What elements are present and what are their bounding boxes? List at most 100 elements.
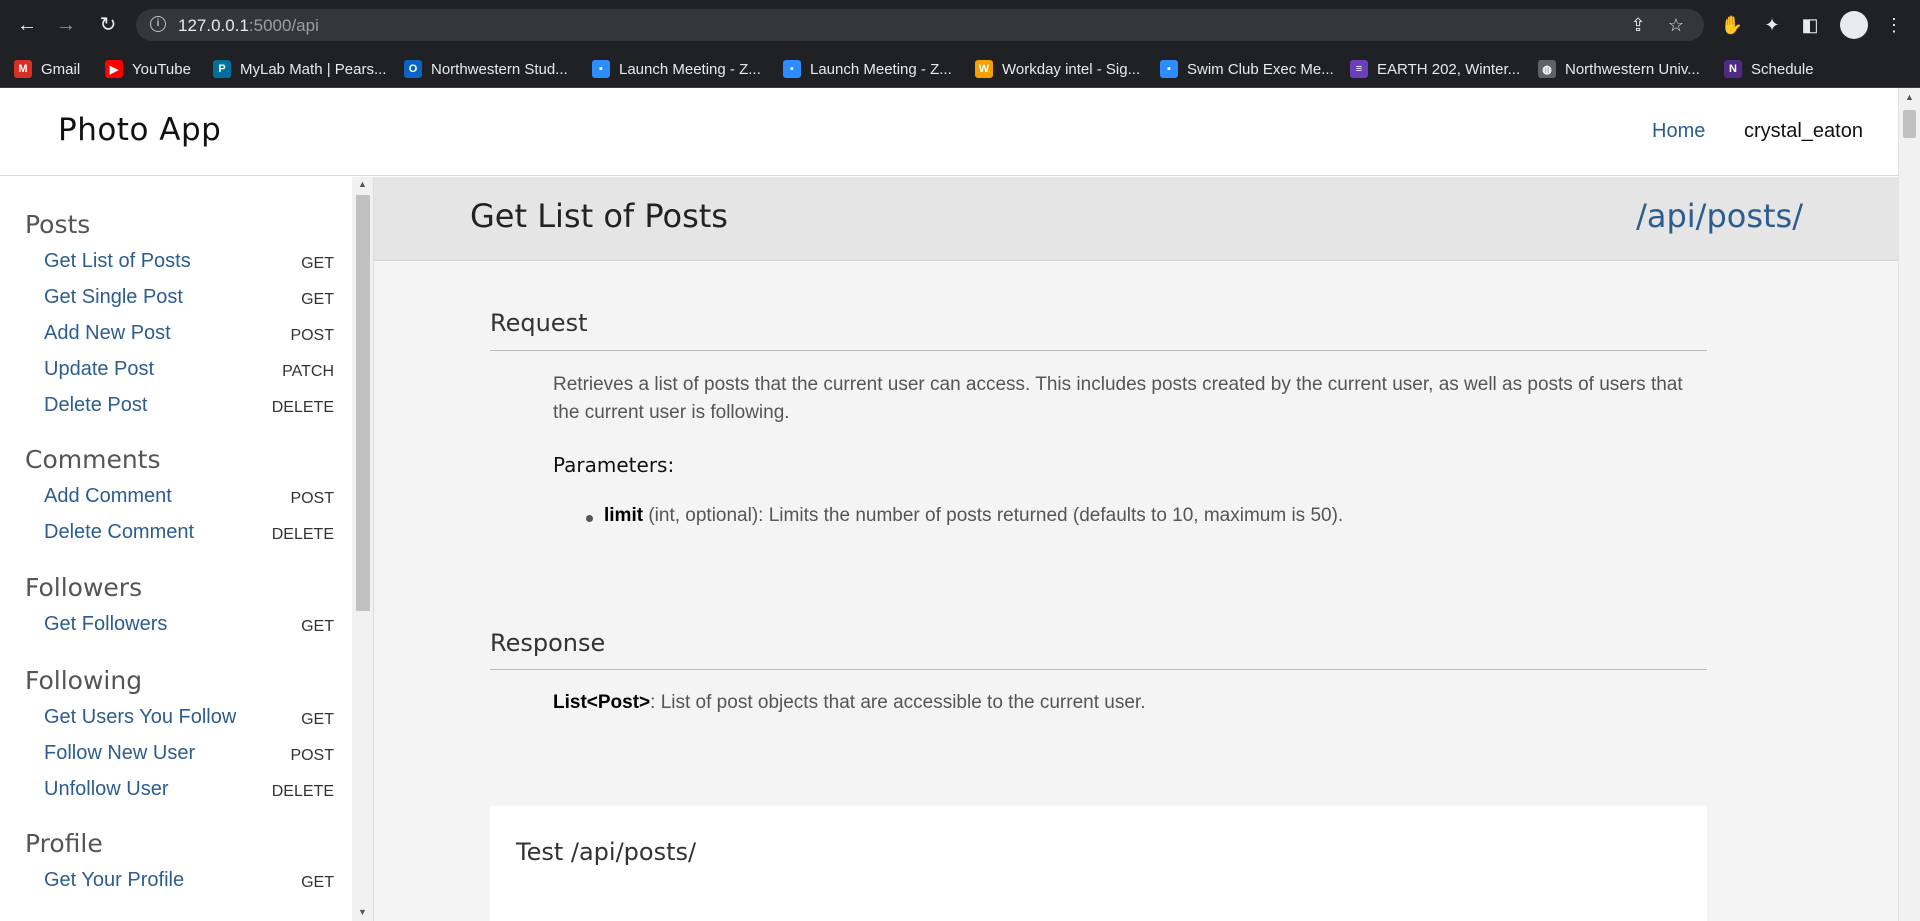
bookmark-item[interactable]: ≡ EARTH 202, Winter... (1350, 58, 1520, 80)
api-sidebar: Posts Get List of Posts GET Get Single Post… (0, 177, 352, 921)
more-menu-icon[interactable]: ⋮ (1882, 13, 1906, 37)
bookmark-label: Gmail (41, 60, 81, 78)
test-panel: Test /api/posts/ (490, 806, 1707, 921)
parameters-label: Parameters: (553, 453, 675, 477)
sidebar-link[interactable]: Delete Comment (44, 521, 194, 544)
back-arrow-icon[interactable]: ← (15, 13, 39, 37)
http-method-badge: PATCH (282, 363, 334, 380)
bullet (586, 515, 593, 522)
bookmark-item[interactable]: ▪ Launch Meeting - Z... (783, 58, 952, 80)
url-text[interactable]: 127.0.0.1:5000/api (178, 16, 319, 36)
http-method-badge: DELETE (271, 399, 334, 416)
http-method-badge: POST (290, 747, 334, 764)
sidebar-section-followers: Followers (25, 573, 143, 602)
bookmark-label: Northwestern Stud... (431, 60, 568, 78)
site-info-icon[interactable]: i (150, 16, 166, 32)
zoom-icon: ▪ (783, 60, 801, 78)
sidebar-link[interactable]: Get Your Profile (44, 869, 184, 892)
side-panel-icon[interactable]: ◧ (1798, 13, 1822, 37)
bookmark-item[interactable]: O Northwestern Stud... (404, 58, 568, 80)
divider (490, 669, 1707, 670)
http-method-badge: POST (290, 490, 334, 507)
sidebar-link[interactable]: Update Post (44, 358, 154, 381)
sidebar-link[interactable]: Add New Post (44, 322, 171, 345)
nav-home-link[interactable]: Home (1652, 120, 1705, 143)
sidebar-section-posts: Posts (25, 210, 91, 239)
http-method-badge: GET (301, 255, 334, 272)
bookmark-item[interactable]: W Workday intel - Sig... (975, 58, 1140, 80)
http-method-badge: GET (301, 618, 334, 635)
bookmark-label: Swim Club Exec Me... (1187, 60, 1334, 78)
app-title: Photo App (58, 112, 222, 148)
http-method-badge: GET (301, 711, 334, 728)
extensions-puzzle-icon[interactable]: ✦ (1760, 13, 1784, 37)
profile-avatar[interactable] (1840, 11, 1868, 39)
bookmark-label: EARTH 202, Winter... (1377, 60, 1521, 78)
bookmark-item[interactable]: ▶ YouTube (105, 58, 191, 80)
zoom-icon: ▪ (1160, 60, 1178, 78)
bookmark-label: Workday intel - Sig... (1002, 60, 1141, 78)
sidebar-link[interactable]: Delete Post (44, 394, 147, 417)
sidebar-section-comments: Comments (25, 445, 161, 474)
http-method-badge: DELETE (271, 783, 334, 800)
bookmark-label: MyLab Math | Pears... (240, 60, 387, 78)
sidebar-link[interactable]: Get Single Post (44, 286, 183, 309)
youtube-icon: ▶ (105, 60, 123, 78)
bookmark-item[interactable]: ▪ Swim Club Exec Me... (1160, 58, 1334, 80)
http-method-badge: GET (301, 291, 334, 308)
sidebar-link[interactable]: Get Users You Follow (44, 706, 236, 729)
request-heading: Request (490, 309, 588, 337)
pearson-icon: P (213, 60, 231, 78)
main-content: Get List of Posts /api/posts/ Request Re… (374, 177, 1898, 921)
forward-arrow-icon[interactable]: → (54, 13, 78, 37)
app-header: Photo App Home crystal_eaton (0, 88, 1898, 176)
page-scrollbar-thumb[interactable] (1903, 110, 1916, 138)
bookmark-label: Launch Meeting - Z... (810, 60, 952, 78)
http-method-badge: POST (290, 327, 334, 344)
page-title: Get List of Posts (470, 197, 728, 235)
workday-icon: W (975, 60, 993, 78)
extension-hand-icon[interactable]: ✋ (1720, 13, 1744, 37)
browser-toolbar: ← → ↻ i 127.0.0.1:5000/api ⇪ ☆ ✋ ✦ ◧ ⋮ (0, 0, 1920, 50)
globe-icon: ◍ (1538, 60, 1556, 78)
address-bar[interactable]: i 127.0.0.1:5000/api ⇪ ☆ (136, 9, 1704, 41)
canvas-icon: ≡ (1350, 60, 1368, 78)
outlook-icon: O (404, 60, 422, 78)
response-heading: Response (490, 629, 606, 657)
sidebar-link[interactable]: Get List of Posts (44, 250, 191, 273)
divider (490, 350, 1707, 351)
gmail-icon: M (14, 60, 32, 78)
parameter-name: limit (604, 505, 644, 526)
sidebar-section-profile: Profile (25, 829, 103, 858)
parameter-description: (int, optional): Limits the number of po… (643, 505, 1344, 526)
page-scrollbar[interactable]: ▲ (1898, 88, 1920, 921)
bookmark-item[interactable]: ▪ Launch Meeting - Z... (592, 58, 761, 80)
parameter-item: limit (int, optional): Limits the number… (604, 505, 1343, 527)
http-method-badge: DELETE (271, 526, 334, 543)
bookmark-item[interactable]: ◍ Northwestern Univ... (1538, 58, 1700, 80)
sidebar-scrollbar-thumb[interactable] (356, 195, 370, 611)
sidebar-link[interactable]: Add Comment (44, 485, 172, 508)
response-description: List<Post>: List of post objects that ar… (553, 692, 1146, 713)
bookmark-label: Northwestern Univ... (1565, 60, 1700, 78)
bookmark-label: YouTube (132, 60, 191, 78)
bookmark-item[interactable]: P MyLab Math | Pears... (213, 58, 386, 80)
share-icon[interactable]: ⇪ (1628, 15, 1648, 35)
bookmark-item[interactable]: M Gmail (14, 58, 80, 80)
scroll-down-arrow-icon[interactable]: ▼ (358, 907, 367, 917)
sidebar-link[interactable]: Follow New User (44, 742, 195, 765)
sidebar-link[interactable]: Unfollow User (44, 778, 168, 801)
test-title: Test /api/posts/ (516, 838, 697, 866)
sidebar-scrollbar[interactable]: ▲ ▼ (352, 177, 374, 921)
scroll-up-arrow-icon[interactable]: ▲ (358, 179, 367, 189)
http-method-badge: GET (301, 874, 334, 891)
reload-icon[interactable]: ↻ (96, 13, 120, 37)
bookmark-star-icon[interactable]: ☆ (1666, 15, 1686, 35)
nav-username[interactable]: crystal_eaton (1744, 120, 1863, 143)
sidebar-link[interactable]: Get Followers (44, 613, 167, 636)
zoom-icon: ▪ (592, 60, 610, 78)
endpoint-header: Get List of Posts /api/posts/ (374, 177, 1898, 261)
bookmark-item[interactable]: N Schedule (1724, 58, 1814, 80)
scroll-up-arrow-icon[interactable]: ▲ (1905, 92, 1914, 102)
response-type: List<Post> (553, 692, 651, 713)
